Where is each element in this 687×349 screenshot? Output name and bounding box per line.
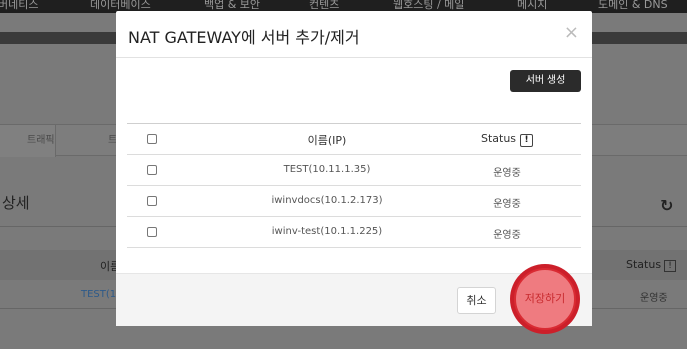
header-name-ip: 이름(IP) xyxy=(307,134,347,147)
bg-row-status: 운영중 xyxy=(640,293,668,304)
modal-divider xyxy=(116,57,592,58)
info-icon[interactable]: ! xyxy=(520,134,534,147)
nav-item-domain[interactable]: 도메인 & DNS xyxy=(598,0,668,12)
create-server-button[interactable]: 서버 생성 xyxy=(510,70,581,92)
header-status: Status! xyxy=(447,132,567,147)
nat-gateway-modal: NAT GATEWAY에 서버 추가/제거 × 서버 생성 이름(IP) Sta… xyxy=(116,11,592,334)
row-checkbox[interactable] xyxy=(147,196,157,206)
modal-title: NAT GATEWAY에 서버 추가/제거 xyxy=(128,28,360,47)
bg-row-name[interactable]: TEST(1 xyxy=(81,289,116,300)
table-header: 이름(IP) Status! xyxy=(127,123,581,155)
row-name-ip: iwinv-test(10.1.1.225) xyxy=(271,226,383,237)
row-checkbox[interactable] xyxy=(147,227,157,237)
row-checkbox[interactable] xyxy=(147,165,157,175)
bg-header-status: Status! xyxy=(626,258,677,272)
server-table: 이름(IP) Status! TEST(10.11.1.35) 운영중 iwin… xyxy=(127,123,581,248)
modal-footer: 취소 저장하기 xyxy=(116,264,592,334)
table-row: TEST(10.11.1.35) 운영중 xyxy=(127,155,581,186)
tab-traffic[interactable]: 트래픽 xyxy=(27,125,55,157)
nav-item-kubernetes[interactable]: 버네티스 xyxy=(0,0,38,12)
select-all-checkbox[interactable] xyxy=(147,134,157,144)
table-row: iwinv-test(10.1.1.225) 운영중 xyxy=(127,217,581,248)
background-section-title: 상세 xyxy=(2,194,30,212)
refresh-icon[interactable]: ↻ xyxy=(660,196,673,215)
table-row: iwinvdocs(10.1.2.173) 운영중 xyxy=(127,186,581,217)
row-name-ip: TEST(10.11.1.35) xyxy=(283,164,371,175)
row-status: 운영중 xyxy=(493,230,521,241)
save-button[interactable]: 저장하기 xyxy=(514,268,576,330)
row-status: 운영중 xyxy=(493,168,521,179)
info-icon[interactable]: ! xyxy=(664,260,677,272)
row-status: 운영중 xyxy=(493,199,521,210)
cancel-button[interactable]: 취소 xyxy=(457,287,496,314)
row-name-ip: iwinvdocs(10.1.2.173) xyxy=(271,195,383,206)
close-icon[interactable]: × xyxy=(564,24,579,42)
